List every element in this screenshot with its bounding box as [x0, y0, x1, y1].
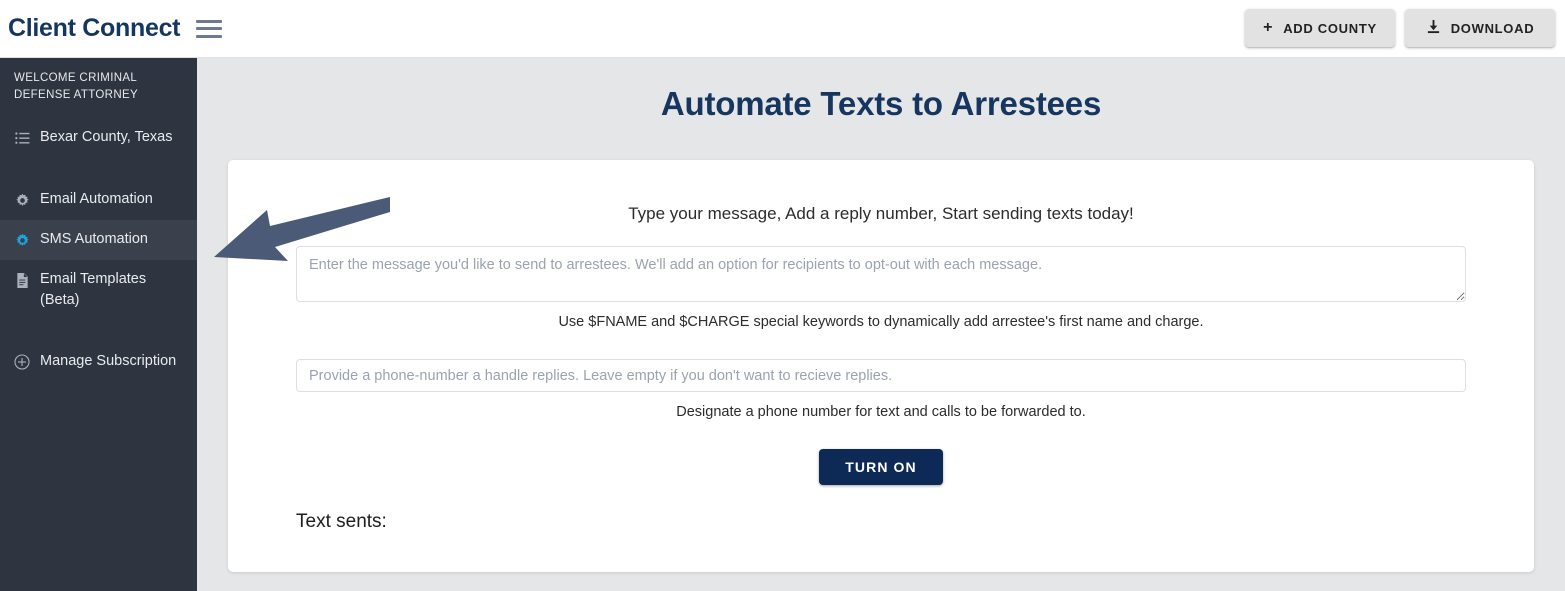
main-content: Automate Texts to Arrestees Type your me… [197, 58, 1565, 591]
sidebar-item-sms-automation[interactable]: SMS Automation [0, 220, 197, 260]
sidebar-item-label: Bexar County, Texas [40, 129, 173, 145]
phone-hint-text: Designate a phone number for text and ca… [676, 404, 1086, 420]
reply-phone-input[interactable] [296, 359, 1466, 392]
sms-automation-card: Type your message, Add a reply number, S… [228, 160, 1534, 572]
app-brand-title: Client Connect [8, 14, 181, 42]
add-county-label: ADD COUNTY [1283, 20, 1377, 36]
download-label: DOWNLOAD [1450, 20, 1535, 36]
plus-icon: + [1263, 19, 1274, 36]
sidebar-welcome-text: WELCOME CRIMINAL DEFENSE ATTORNEY [14, 72, 139, 101]
sidebar-item-email-automation[interactable]: Email Automation [0, 180, 197, 220]
sidebar-item-bexar-county-texas[interactable]: Bexar County, Texas [0, 118, 197, 158]
card-lead-text: Type your message, Add a reply number, S… [628, 204, 1134, 223]
sidebar-item-email-templates-beta[interactable]: Email Templates (Beta) [0, 260, 197, 320]
top-bar: Client Connect + ADD COUNTY DOWNLOAD [0, 0, 1565, 58]
turn-on-row: TURN ON [228, 449, 1534, 485]
hamburger-bar [196, 34, 223, 38]
gear-icon [14, 192, 30, 208]
message-textarea[interactable] [296, 246, 1466, 302]
sidebar-item-label: Email Automation [40, 191, 153, 207]
turn-on-button[interactable]: TURN ON [819, 449, 943, 485]
page-title: Automate Texts to Arrestees [660, 85, 1102, 122]
sidebar-item-label: Manage Subscription [40, 353, 177, 369]
top-bar-actions: + ADD COUNTY DOWNLOAD [1245, 9, 1555, 47]
sidebar-item-label: Email Templates (Beta) [40, 271, 147, 308]
sidebar-item-label: SMS Automation [40, 231, 148, 247]
hamburger-bar [196, 27, 223, 30]
hamburger-bar [196, 19, 223, 23]
download-icon [1426, 19, 1441, 38]
sidebar-nav: Bexar County, Texas Email Automation SMS… [0, 118, 197, 382]
text-sents-label: Text sents: [296, 511, 387, 532]
document-icon [14, 272, 30, 288]
sidebar-item-manage-subscription[interactable]: Manage Subscription [0, 342, 197, 382]
add-county-button[interactable]: + ADD COUNTY [1245, 9, 1395, 47]
message-hint-text: Use $FNAME and $CHARGE special keywords … [558, 314, 1204, 330]
plus-circle-icon [14, 354, 30, 370]
text-sents-counter: Text sents: [296, 511, 1534, 533]
app-root: Client Connect + ADD COUNTY DOWNLOAD WEL… [0, 0, 1565, 591]
sidebar: WELCOME CRIMINAL DEFENSE ATTORNEY Bexar … [0, 58, 197, 591]
gear-icon [14, 232, 30, 248]
download-button[interactable]: DOWNLOAD [1405, 9, 1555, 47]
hamburger-icon[interactable] [196, 18, 223, 40]
list-icon [14, 130, 30, 146]
